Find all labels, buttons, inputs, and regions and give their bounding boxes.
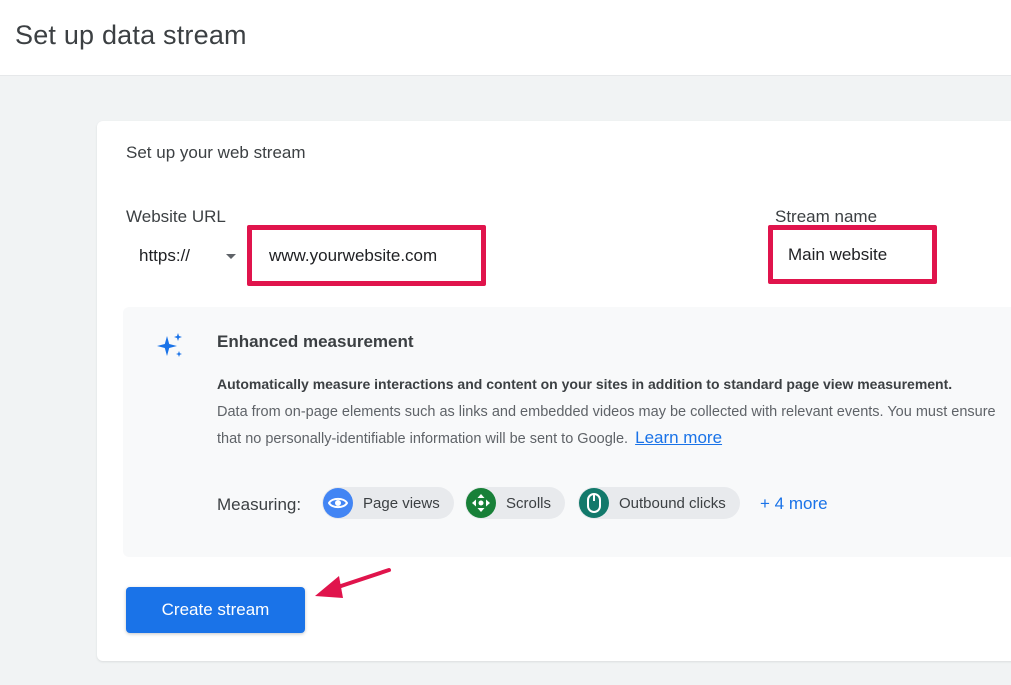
description-text: Data from on-page elements such as links…: [217, 404, 996, 447]
chip-label: Outbound clicks: [619, 494, 726, 512]
outbound-clicks-chip: Outbound clicks: [578, 487, 740, 519]
stream-name-highlight: [768, 225, 937, 284]
card-heading: Set up your web stream: [126, 143, 306, 162]
enhanced-measurement-panel: Enhanced measurement Automatically measu…: [123, 307, 1011, 557]
learn-more-link[interactable]: Learn more: [635, 428, 722, 447]
scrolls-chip: Scrolls: [465, 487, 566, 519]
protocol-value: https://: [139, 246, 191, 265]
mouse-icon: [579, 488, 609, 518]
protocol-select[interactable]: https://: [126, 233, 244, 279]
page-views-chip: Page views: [322, 487, 454, 519]
scroll-arrows-icon: [466, 488, 496, 518]
eye-icon: [323, 488, 353, 518]
web-stream-card: Set up your web stream Website URL https…: [97, 121, 1011, 661]
more-features-link[interactable]: + 4 more: [760, 494, 828, 514]
enhanced-measurement-description: Data from on-page elements such as links…: [217, 400, 1011, 452]
page-title: Set up data stream: [15, 20, 247, 50]
annotation-arrow-icon: [315, 568, 391, 598]
chip-label: Page views: [363, 494, 440, 512]
website-url-input[interactable]: [252, 230, 481, 281]
measuring-label: Measuring:: [217, 495, 302, 514]
chip-label: Scrolls: [506, 494, 552, 512]
website-url-highlight: [247, 225, 486, 286]
sparkle-icon: [157, 333, 182, 357]
enhanced-measurement-title: Enhanced measurement: [217, 332, 414, 351]
website-url-label: Website URL: [126, 207, 226, 226]
create-stream-button[interactable]: Create stream: [126, 587, 305, 633]
stream-name-label: Stream name: [775, 207, 878, 226]
stream-name-input[interactable]: [773, 230, 932, 279]
dropdown-caret-icon: [226, 254, 236, 259]
enhanced-measurement-summary: Automatically measure interactions and c…: [217, 376, 953, 392]
top-bar: Set up data stream: [0, 0, 1011, 76]
